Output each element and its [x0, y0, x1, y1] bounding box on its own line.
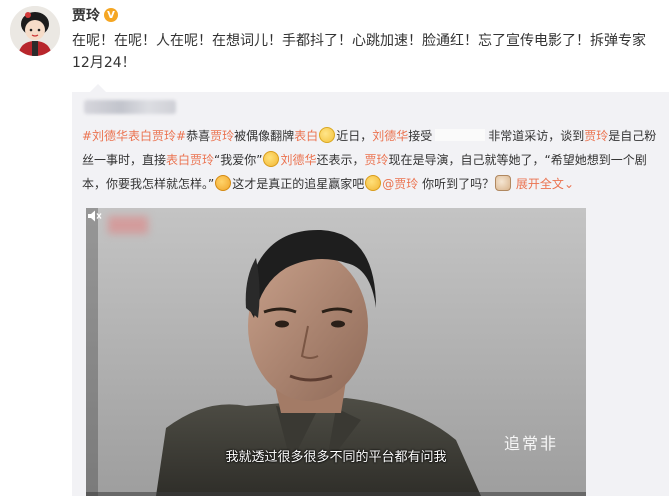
- shocked-emoji-icon: [215, 175, 232, 191]
- repost-author-name[interactable]: [84, 100, 176, 114]
- avatar[interactable]: [10, 6, 60, 56]
- topic-link[interactable]: #刘德华表白贾玲#: [82, 129, 186, 143]
- blurred-logo: [108, 216, 148, 234]
- repost-text-segment: 恭喜: [186, 129, 211, 143]
- repost-box: #刘德华表白贾玲#恭喜贾玲被偶像翻牌表白 近日，刘德华接受 非常道采访，谈到贾玲是自…: [72, 84, 669, 496]
- repost-text-segment: 还表示，: [316, 153, 365, 167]
- keyword-link[interactable]: 表白贾玲: [166, 153, 214, 167]
- keyword-link[interactable]: 刘德华: [372, 129, 408, 143]
- expand-full-text-button[interactable]: 展开全文⌄: [516, 177, 574, 191]
- repost-text-segment: 被偶像翻牌: [234, 129, 295, 143]
- keyword-link[interactable]: 贾玲: [210, 129, 234, 143]
- repost-text-segment: 近日，: [336, 129, 373, 143]
- keyword-link[interactable]: 表白: [294, 129, 318, 143]
- shy-emoji-icon: [263, 151, 280, 167]
- repost-text-segment: 你听到了吗？: [422, 177, 495, 191]
- post-text: 在呢！在呢！人在呢！在想词儿！手都抖了！心跳加速！脸通红！忘了宣传电影了！拆弹专…: [72, 33, 646, 71]
- expand-label: 展开全文: [515, 177, 564, 191]
- repost-text-segment: 这才是真正的追星赢家吧: [232, 177, 365, 191]
- chevron-down-icon: ⌄: [563, 177, 574, 191]
- repost-text-segment: 接受: [408, 129, 433, 143]
- repost-arrow: [90, 84, 106, 92]
- author-name[interactable]: 贾玲: [72, 5, 100, 25]
- keyword-link[interactable]: 贾玲: [365, 153, 389, 167]
- crying-emoji-icon: [365, 175, 382, 191]
- smile-emoji-icon: [319, 127, 336, 143]
- repost-text: #刘德华表白贾玲#恭喜贾玲被偶像翻牌表白 近日，刘德华接受 非常道采访，谈到贾玲是自…: [82, 124, 658, 196]
- verified-badge-icon: V: [104, 8, 118, 22]
- mention-link[interactable]: @贾玲: [382, 177, 418, 191]
- keyword-link[interactable]: 刘德华: [280, 153, 316, 167]
- redacted-text: [435, 129, 486, 141]
- repost-text-segment: “我爱你”: [214, 153, 263, 167]
- video-progress-bar[interactable]: [86, 492, 586, 496]
- repost-text-segment: 非常道采访，谈到: [488, 129, 585, 143]
- cat-emoji-icon: [495, 175, 512, 191]
- video-player[interactable]: 追常非 我就透过很多很多不同的平台都有问我: [86, 208, 586, 496]
- keyword-link[interactable]: 贾玲: [584, 129, 608, 143]
- video-subtitle: 我就透过很多很多不同的平台都有问我: [225, 450, 447, 465]
- volume-mute-icon[interactable]: [86, 208, 102, 224]
